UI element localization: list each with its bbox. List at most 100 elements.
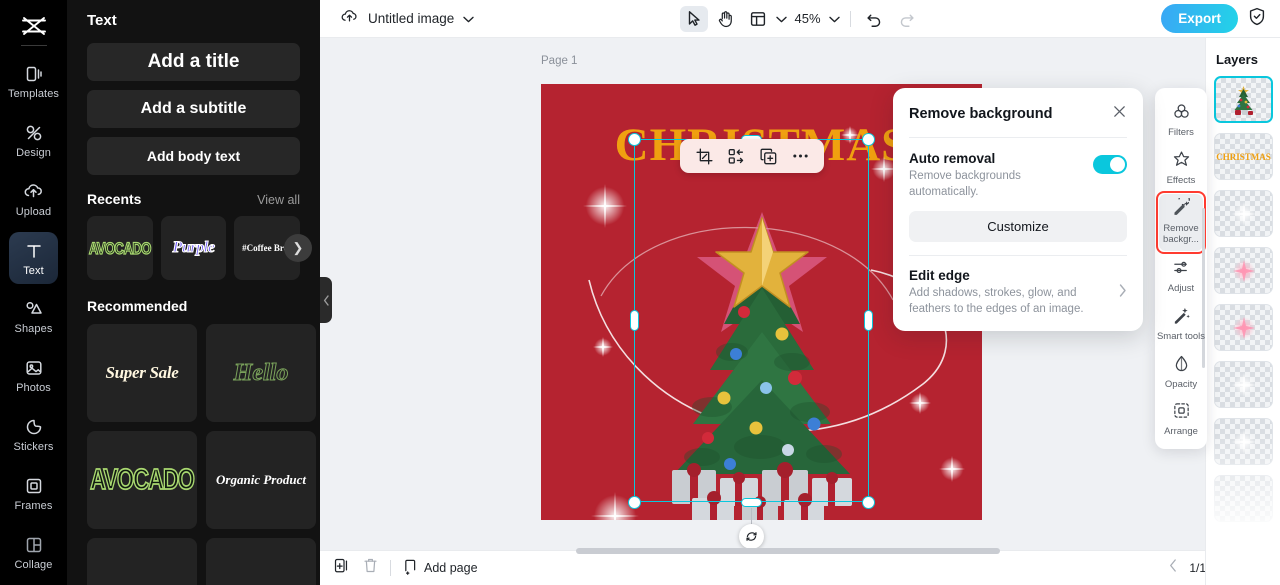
- layer-thumbnail-sparkle[interactable]: [1214, 304, 1273, 351]
- selection-handle-right-center[interactable]: [864, 310, 873, 331]
- sidebar-item-design[interactable]: Design: [9, 115, 58, 167]
- sidebar-item-upload[interactable]: Upload: [9, 173, 58, 225]
- tool-filters[interactable]: Filters: [1155, 96, 1207, 144]
- add-subtitle-button[interactable]: Add a subtitle: [87, 90, 300, 128]
- tool-opacity[interactable]: Opacity: [1155, 348, 1207, 396]
- recents-header: Recents View all: [87, 191, 300, 207]
- capcut-logo-icon[interactable]: [17, 13, 51, 39]
- edit-edge-text: Edit edge Add shadows, strokes, glow, an…: [909, 268, 1104, 317]
- sidebar-item-frames[interactable]: Frames: [9, 467, 58, 519]
- smart-tools-wand-icon: [1172, 306, 1191, 330]
- stickers-icon: [23, 416, 45, 438]
- panel-collapse-handle[interactable]: [320, 277, 332, 323]
- chevron-left-icon[interactable]: [1169, 559, 1177, 577]
- add-body-text-button[interactable]: Add body text: [87, 137, 300, 175]
- layer-thumbnail-sparkle[interactable]: [1214, 247, 1273, 294]
- layer-thumbnail-sparkle[interactable]: [1214, 361, 1273, 408]
- recent-label: AVOCADO: [88, 238, 151, 258]
- sidebar-item-text[interactable]: Text: [9, 232, 58, 285]
- tool-adjust[interactable]: Adjust: [1155, 252, 1207, 300]
- rotate-handle[interactable]: [739, 524, 764, 549]
- recents-view-all-link[interactable]: View all: [257, 193, 300, 207]
- collage-icon: [23, 534, 45, 556]
- recommended-card[interactable]: Super Sale: [87, 324, 197, 422]
- tool-label: Filters: [1168, 127, 1194, 138]
- edit-edge-row[interactable]: Edit edge Add shadows, strokes, glow, an…: [909, 256, 1127, 317]
- recent-text-style-card[interactable]: Purple: [160, 216, 227, 280]
- remove-background-icon: [1172, 193, 1191, 222]
- chevron-down-icon[interactable]: [828, 10, 840, 28]
- selection-handle-top-right[interactable]: [862, 133, 875, 146]
- auto-removal-row: Auto removal Remove backgrounds automati…: [909, 138, 1127, 200]
- add-page-label: Add page: [424, 561, 478, 575]
- chevron-right-icon[interactable]: ❯: [284, 234, 312, 262]
- close-icon[interactable]: [1112, 104, 1127, 124]
- recommended-card[interactable]: Hello: [206, 324, 316, 422]
- christmas-tree-image[interactable]: [632, 202, 892, 520]
- text-panel: Text Add a title Add a subtitle Add body…: [67, 0, 320, 585]
- layout-grid-icon[interactable]: [744, 6, 772, 32]
- auto-removal-description: Remove backgrounds automatically.: [909, 170, 1021, 198]
- recommended-card[interactable]: [206, 538, 316, 585]
- crop-icon[interactable]: [693, 145, 715, 167]
- recommended-card[interactable]: AVOCADO: [87, 431, 197, 529]
- layer-thumbnail-sparkle[interactable]: [1214, 418, 1273, 465]
- redo-icon[interactable]: [893, 6, 921, 32]
- duplicate-icon[interactable]: [757, 145, 779, 167]
- layer-thumbnail-sparkle[interactable]: [1214, 475, 1273, 522]
- zoom-level[interactable]: 45%: [791, 11, 825, 26]
- add-page-button[interactable]: Add page: [403, 559, 478, 578]
- sidebar-item-templates[interactable]: Templates: [8, 56, 59, 108]
- tool-effects[interactable]: Effects: [1155, 144, 1207, 192]
- canvas-area[interactable]: Page 1 CHRISTMAS: [320, 38, 1280, 550]
- bottombar-divider: [390, 560, 391, 576]
- text-t-icon: [23, 240, 45, 262]
- hand-pan-icon[interactable]: [712, 6, 740, 32]
- tool-arrange[interactable]: Arrange: [1155, 395, 1207, 443]
- tool-smart-tools[interactable]: Smart tools: [1155, 300, 1207, 348]
- trash-icon[interactable]: [363, 557, 378, 579]
- sidebar-item-label: Collage: [14, 558, 53, 571]
- layer-thumbnail-tree[interactable]: [1214, 76, 1273, 123]
- customize-button[interactable]: Customize: [909, 211, 1127, 243]
- photos-image-icon: [23, 357, 45, 379]
- undo-icon[interactable]: [861, 6, 889, 32]
- sidebar-item-shapes[interactable]: Shapes: [9, 291, 58, 343]
- selection-handle-bottom-left[interactable]: [628, 496, 641, 509]
- sidebar-item-label: Upload: [15, 205, 52, 218]
- selection-handle-bottom-right[interactable]: [862, 496, 875, 509]
- recommended-label: AVOCADO: [89, 462, 195, 496]
- add-page-icon: [403, 559, 418, 578]
- selection-handle-top-left[interactable]: [628, 133, 641, 146]
- page-indicator: 1/1: [1189, 561, 1206, 575]
- auto-removal-toggle[interactable]: [1093, 155, 1127, 174]
- sparkle: [593, 337, 613, 357]
- chevron-down-icon[interactable]: [775, 10, 787, 28]
- recommended-grid: Super Sale Hello AVOCADO Organic Product: [87, 324, 316, 585]
- sidebar-item-label: Design: [16, 147, 51, 160]
- recommended-card[interactable]: Organic Product: [206, 431, 316, 529]
- recommended-card[interactable]: [87, 538, 197, 585]
- layer-thumbnail-sparkle[interactable]: [1214, 190, 1273, 237]
- tool-remove-background[interactable]: Remove backgr...: [1155, 190, 1207, 254]
- canvas-horizontal-scrollbar[interactable]: [576, 548, 1000, 554]
- select-cursor-icon[interactable]: [679, 5, 708, 32]
- object-floating-toolbar[interactable]: [680, 139, 824, 173]
- sidebar-item-collage[interactable]: Collage: [9, 526, 58, 578]
- sidebar-item-stickers[interactable]: Stickers: [9, 409, 58, 461]
- sidebar-item-photos[interactable]: Photos: [9, 350, 58, 402]
- recent-text-style-card[interactable]: AVOCADO: [87, 216, 153, 280]
- duplicate-page-icon[interactable]: [334, 557, 351, 579]
- design-icon: [23, 122, 45, 144]
- more-options-icon[interactable]: [789, 145, 811, 167]
- shapes-icon: [23, 298, 45, 320]
- add-title-button[interactable]: Add a title: [87, 43, 300, 81]
- selection-handle-bottom-center[interactable]: [741, 498, 762, 507]
- page-label: Page 1: [541, 55, 578, 67]
- selection-handle-left-center[interactable]: [630, 310, 639, 331]
- sidebar-item-label: Photos: [16, 382, 51, 395]
- layer-thumbnail-text[interactable]: CHRISTMAS: [1214, 133, 1273, 180]
- popover-title: Remove background: [909, 106, 1053, 122]
- capcut-editor-window: Templates Design Upload Text Shapes Phot…: [0, 0, 1280, 585]
- remove-background-icon[interactable]: [725, 145, 747, 167]
